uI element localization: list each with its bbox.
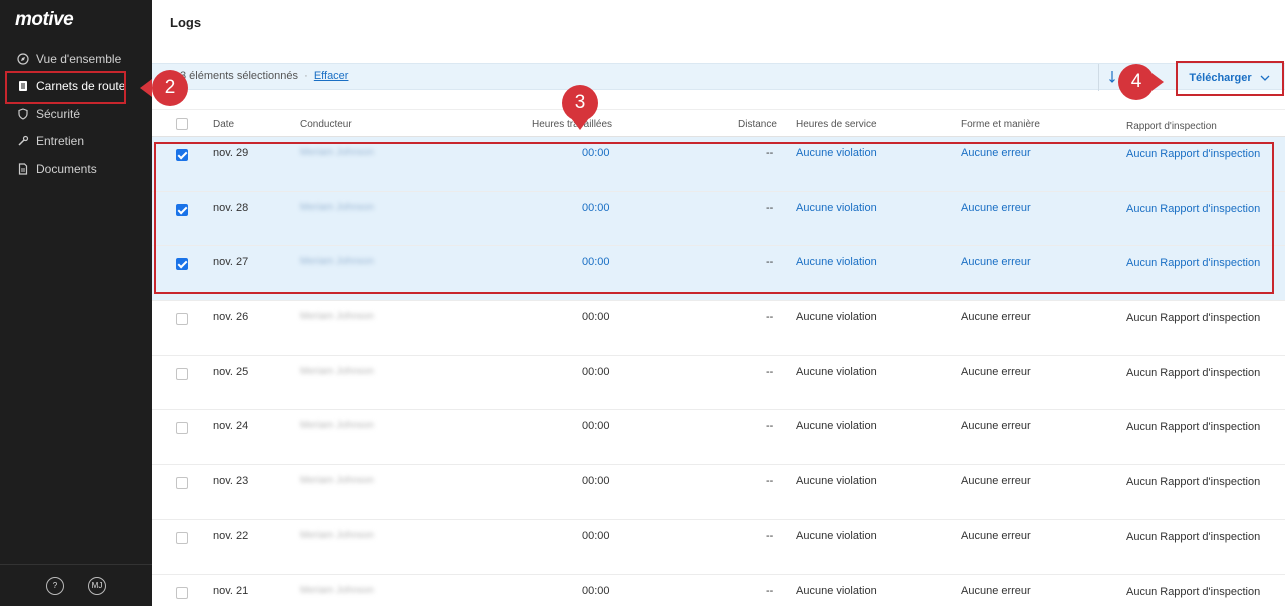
table-row[interactable]: nov. 21 Meriam Johnson 00:00 -- Aucune viola… xyxy=(152,575,1285,606)
selection-summary: 3 éléments sélectionnés · Effacer xyxy=(180,70,348,82)
table-row[interactable]: nov. 25 Meriam Johnson 00:00 -- Aucune viola… xyxy=(152,356,1285,411)
sidebar-item-label: Documents xyxy=(36,161,97,176)
page-title: Logs xyxy=(170,15,202,30)
cell-driver[interactable]: Meriam Johnson xyxy=(300,311,396,325)
cell-distance: -- xyxy=(766,529,774,542)
cell-hos[interactable]: Aucune violation xyxy=(796,366,877,378)
cell-hos[interactable]: Aucune violation xyxy=(796,530,877,542)
row-checkbox[interactable] xyxy=(176,586,188,599)
cell-hos[interactable]: Aucune violation xyxy=(796,475,877,487)
cell-driver[interactable]: Meriam Johnson xyxy=(300,366,396,380)
header-driver[interactable]: Conducteur xyxy=(300,119,352,130)
cell-date: nov. 21 xyxy=(213,584,249,597)
cell-distance: -- xyxy=(766,365,774,378)
cell-hos[interactable]: Aucune violation xyxy=(796,311,877,323)
header-distance[interactable]: Distance xyxy=(738,119,777,130)
cell-inspection[interactable]: Aucun Rapport d'inspection xyxy=(1126,530,1266,545)
select-all-checkbox[interactable] xyxy=(176,118,188,130)
cell-hours[interactable]: 00:00 xyxy=(582,475,610,487)
table-row[interactable]: nov. 23 Meriam Johnson 00:00 -- Aucune viola… xyxy=(152,465,1285,520)
row-checkbox[interactable] xyxy=(176,531,188,544)
motive-logo[interactable]: motive xyxy=(15,9,74,31)
document-icon xyxy=(17,163,29,175)
cell-distance: -- xyxy=(766,475,774,488)
annotation-badge-4: 4 xyxy=(1118,64,1154,100)
cell-distance: -- xyxy=(766,420,774,433)
cell-hos[interactable]: Aucune violation xyxy=(796,585,877,597)
cell-driver[interactable]: Meriam Johnson xyxy=(300,475,396,489)
cell-inspection[interactable]: Aucun Rapport d'inspection xyxy=(1126,475,1266,490)
main-content: Logs 3 éléments sélectionnés · Effacer T… xyxy=(152,0,1285,606)
avatar[interactable]: MJ xyxy=(88,576,106,595)
cell-hours[interactable]: 00:00 xyxy=(582,311,610,323)
divider xyxy=(1098,64,1099,91)
highlight-box-rows xyxy=(154,142,1274,294)
cell-inspection[interactable]: Aucun Rapport d'inspection xyxy=(1126,366,1266,381)
sidebar-item-maintenance[interactable]: Entretien xyxy=(0,128,152,156)
cell-form[interactable]: Aucune erreur xyxy=(961,475,1031,487)
cell-hours[interactable]: 00:00 xyxy=(582,530,610,542)
table-header: Date Conducteur Heures travaillées Dista… xyxy=(152,109,1285,137)
cell-inspection[interactable]: Aucun Rapport d'inspection xyxy=(1126,585,1266,600)
row-checkbox[interactable] xyxy=(176,422,188,435)
highlight-box-download xyxy=(1176,61,1284,96)
cell-form[interactable]: Aucune erreur xyxy=(961,311,1031,323)
selection-bar: 3 éléments sélectionnés · Effacer Téléch… xyxy=(152,63,1285,91)
table-row[interactable]: nov. 22 Meriam Johnson 00:00 -- Aucune viola… xyxy=(152,520,1285,575)
cell-date: nov. 26 xyxy=(213,311,249,324)
cell-form[interactable]: Aucune erreur xyxy=(961,420,1031,432)
cell-hours[interactable]: 00:00 xyxy=(582,420,610,432)
header-date[interactable]: Date xyxy=(213,119,234,130)
row-checkbox[interactable] xyxy=(176,477,188,490)
row-checkbox[interactable] xyxy=(176,313,188,326)
sidebar-item-documents[interactable]: Documents xyxy=(0,155,152,183)
table-row[interactable]: nov. 26 Meriam Johnson 00:00 -- Aucune viola… xyxy=(152,301,1285,356)
annotation-badge-2: 2 xyxy=(152,70,188,106)
cell-date: nov. 24 xyxy=(213,420,249,433)
cell-hours[interactable]: 00:00 xyxy=(582,366,610,378)
compass-icon xyxy=(17,53,29,65)
annotation-badge-3: 3 xyxy=(562,85,598,121)
badge-pointer xyxy=(1152,73,1164,91)
header-inspection[interactable]: Rapport d'inspection xyxy=(1126,119,1266,134)
clear-selection-link[interactable]: Effacer xyxy=(314,70,349,82)
cell-distance: -- xyxy=(766,311,774,324)
row-checkbox[interactable] xyxy=(176,367,188,380)
cell-date: nov. 23 xyxy=(213,475,249,488)
help-icon[interactable]: ? xyxy=(46,576,64,595)
sidebar-item-label: Entretien xyxy=(36,134,85,149)
cell-hours[interactable]: 00:00 xyxy=(582,585,610,597)
wrench-icon xyxy=(17,135,29,147)
cell-inspection[interactable]: Aucun Rapport d'inspection xyxy=(1126,311,1266,326)
shield-icon xyxy=(17,108,29,120)
highlight-box-logs xyxy=(5,71,126,104)
cell-driver[interactable]: Meriam Johnson xyxy=(300,420,396,434)
sidebar-item-label: Sécurité xyxy=(36,106,81,121)
selection-separator: · xyxy=(304,70,308,82)
cell-form[interactable]: Aucune erreur xyxy=(961,585,1031,597)
cell-date: nov. 25 xyxy=(213,365,249,378)
badge-pointer xyxy=(571,118,589,130)
cell-form[interactable]: Aucune erreur xyxy=(961,366,1031,378)
cell-inspection[interactable]: Aucun Rapport d'inspection xyxy=(1126,420,1266,435)
cell-distance: -- xyxy=(766,584,774,597)
badge-pointer xyxy=(140,79,152,97)
sidebar-item-safety[interactable]: Sécurité xyxy=(0,100,152,128)
cell-driver[interactable]: Meriam Johnson xyxy=(300,585,396,599)
cell-date: nov. 22 xyxy=(213,529,249,542)
cell-form[interactable]: Aucune erreur xyxy=(961,530,1031,542)
selection-count: 3 éléments sélectionnés xyxy=(180,70,299,82)
sidebar-footer: ? MJ xyxy=(0,564,152,606)
sidebar-item-label: Vue d'ensemble xyxy=(36,51,122,66)
cell-driver[interactable]: Meriam Johnson xyxy=(300,530,396,544)
cell-hos[interactable]: Aucune violation xyxy=(796,420,877,432)
header-form[interactable]: Forme et manière xyxy=(961,119,1040,130)
sidebar-item-overview[interactable]: Vue d'ensemble xyxy=(0,45,152,73)
table-row[interactable]: nov. 24 Meriam Johnson 00:00 -- Aucune viola… xyxy=(152,410,1285,466)
header-hos[interactable]: Heures de service xyxy=(796,119,877,130)
sidebar-nav: Vue d'ensemble Carnets de route Sécurité… xyxy=(0,45,152,183)
